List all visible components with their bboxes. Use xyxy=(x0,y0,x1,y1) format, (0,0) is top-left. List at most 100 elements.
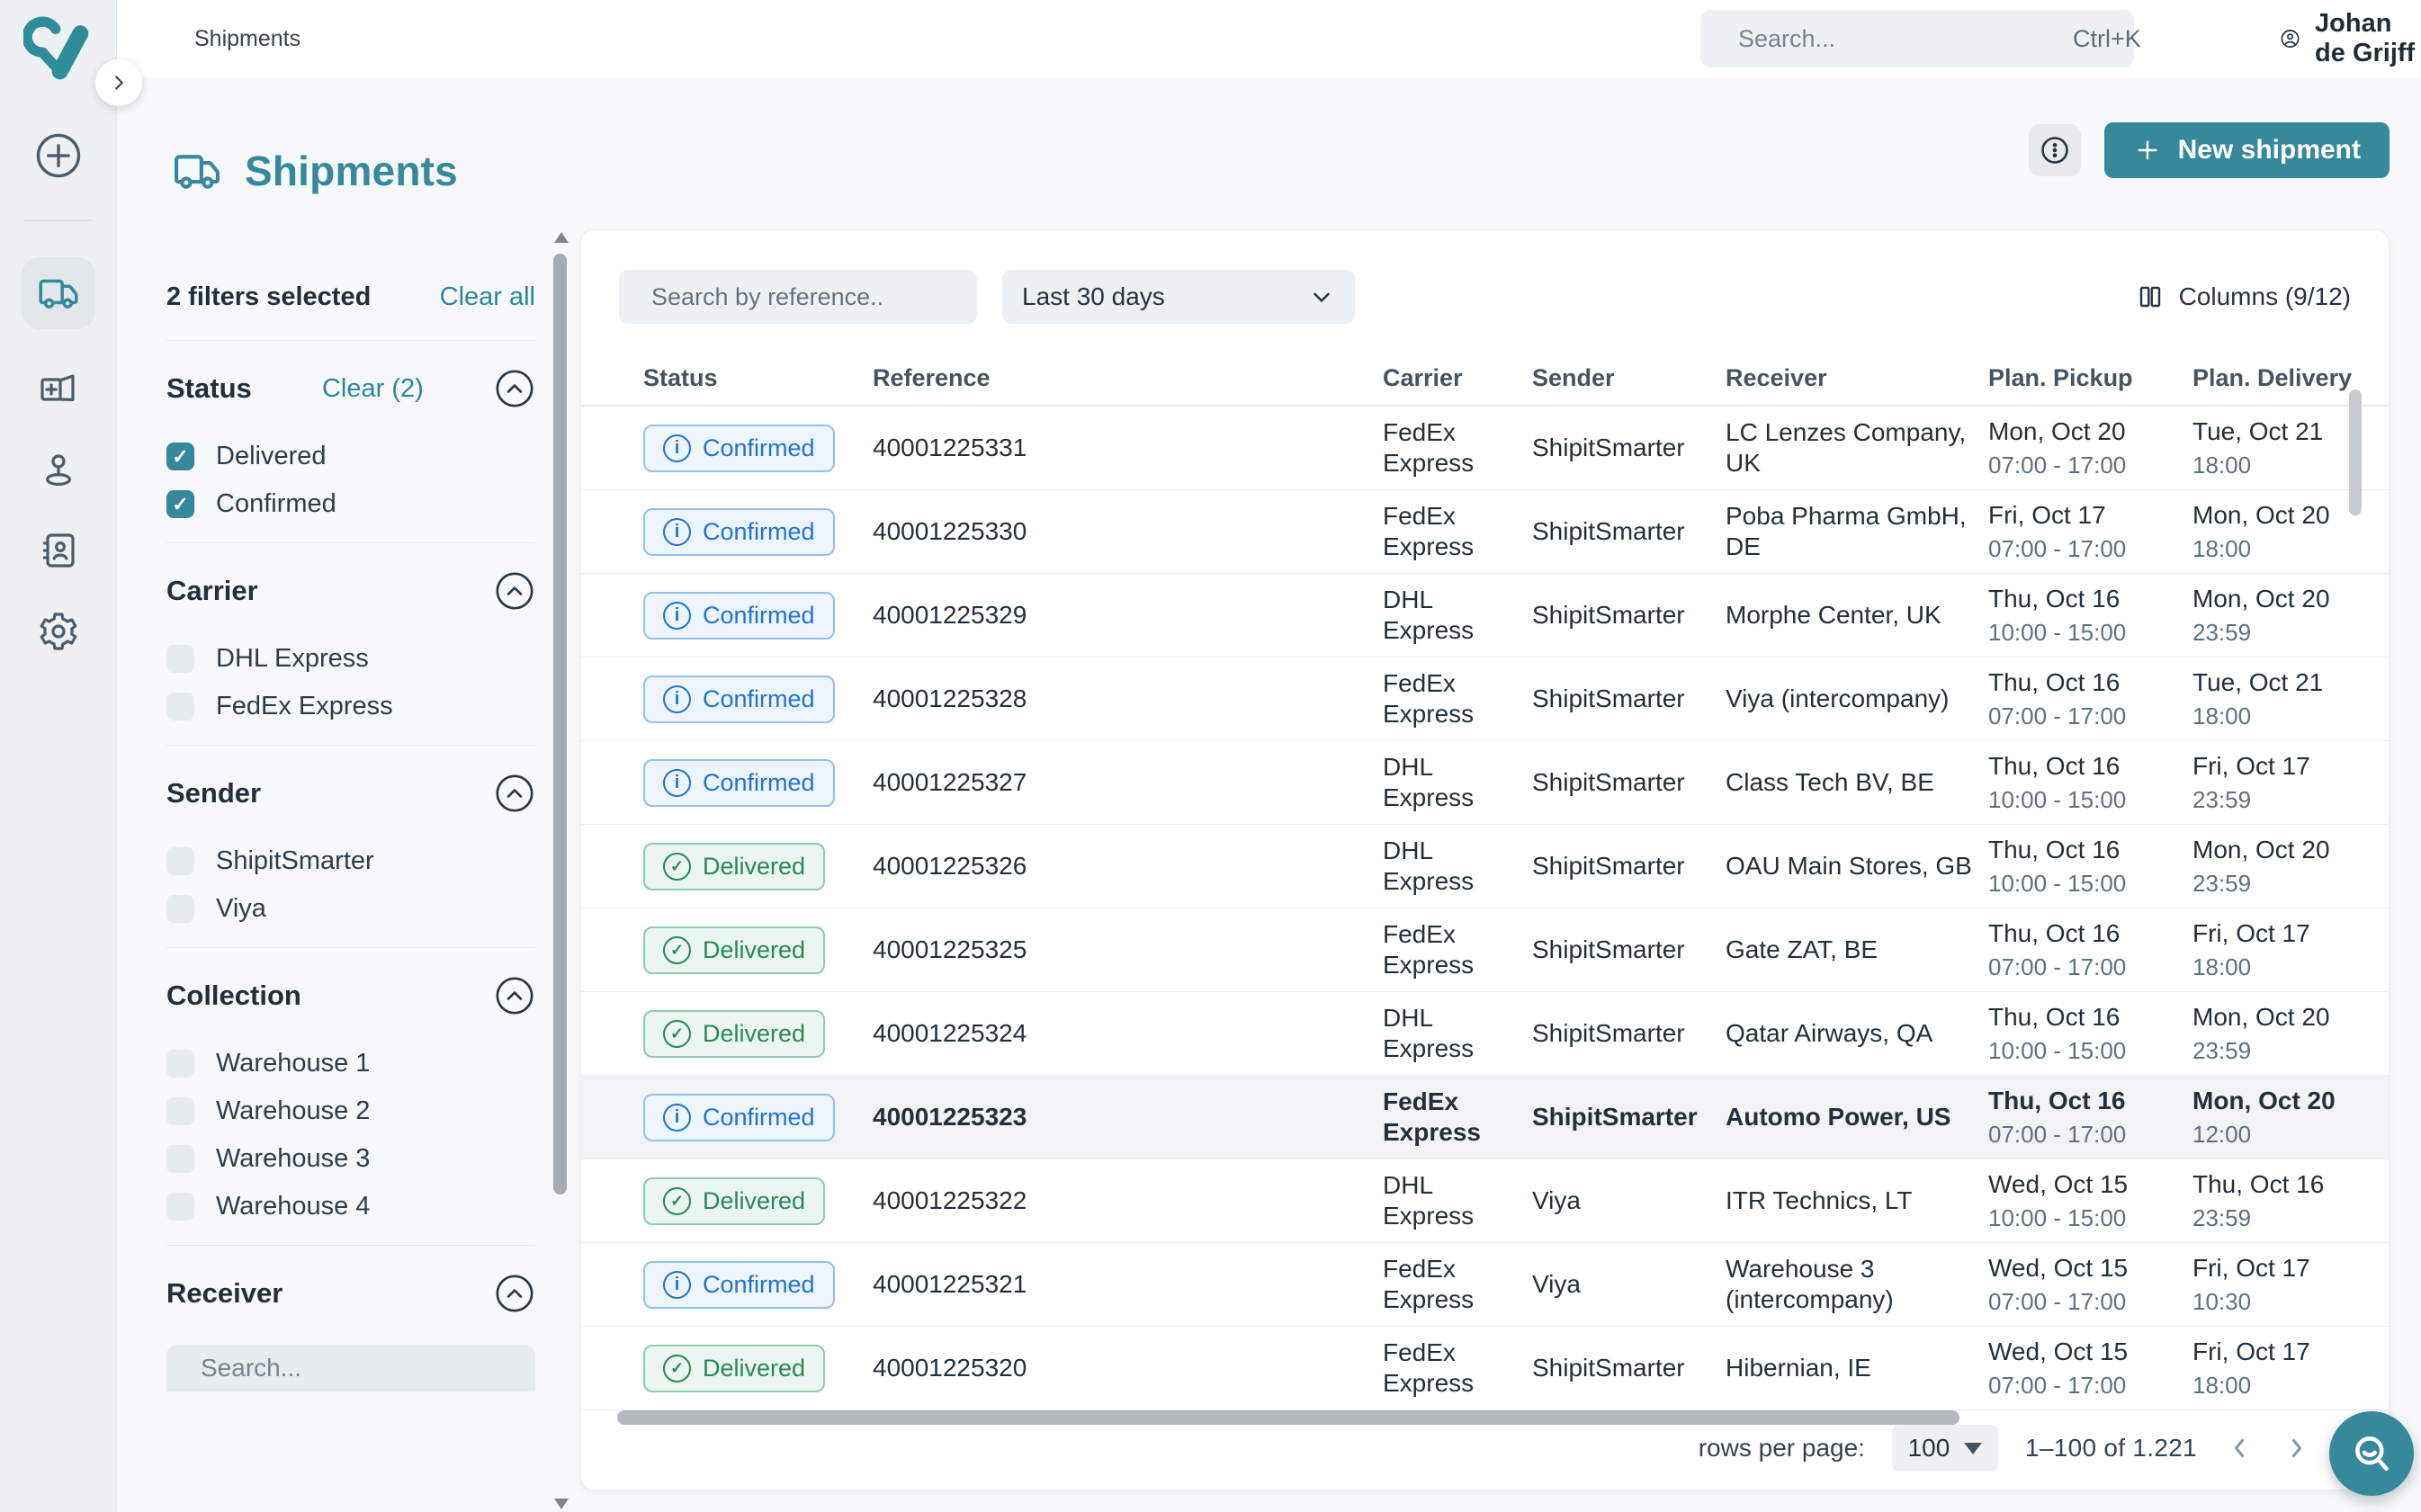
cell-plan-pickup: Fri, Oct 1707:00 - 17:00 xyxy=(1988,500,2192,563)
filter-option[interactable]: Confirmed xyxy=(166,489,535,519)
check-circle-icon xyxy=(663,1187,691,1215)
cell-plan-pickup: Thu, Oct 1610:00 - 15:00 xyxy=(1988,584,2192,647)
rows-per-page-select[interactable]: 100 xyxy=(1892,1425,1998,1472)
filter-option[interactable]: Viya xyxy=(166,894,535,924)
cell-plan-delivery-time: 10:30 xyxy=(2192,1288,2372,1316)
checkbox-unchecked[interactable] xyxy=(166,1050,194,1078)
checkbox-unchecked[interactable] xyxy=(166,847,194,875)
cell-sender: ShipitSmarter xyxy=(1532,1102,1726,1132)
expand-sidebar-button[interactable] xyxy=(95,59,142,106)
global-search[interactable]: Ctrl+K xyxy=(1700,10,2134,67)
scrollbar-thumb[interactable] xyxy=(553,254,567,1194)
global-search-input[interactable] xyxy=(1736,24,2058,54)
new-shipment-button[interactable]: New shipment xyxy=(2104,122,2390,178)
filter-option[interactable]: ShipitSmarter xyxy=(166,846,535,876)
filter-section-sender: Sender xyxy=(166,777,261,810)
filter-section-status: Status xyxy=(166,372,252,405)
filter-option[interactable]: Warehouse 2 xyxy=(166,1096,535,1126)
collapse-section-icon[interactable] xyxy=(494,570,535,612)
check-circle-icon xyxy=(663,1355,691,1382)
chevron-right-icon xyxy=(109,73,129,93)
column-header-carrier[interactable]: Carrier xyxy=(1383,364,1532,392)
cell-carrier: FedEx Express xyxy=(1383,1087,1532,1148)
filter-option[interactable]: Warehouse 3 xyxy=(166,1144,535,1174)
column-header-receiver[interactable]: Receiver xyxy=(1726,364,1988,392)
sidebar-item-address-book[interactable] xyxy=(37,529,80,572)
filter-option[interactable]: Warehouse 4 xyxy=(166,1192,535,1221)
status-badge: Confirmed xyxy=(643,425,835,472)
scroll-down-arrow[interactable] xyxy=(554,1499,569,1509)
cell-sender: ShipitSmarter xyxy=(1532,433,1726,463)
table-row[interactable]: Confirmed40001225331FedEx ExpressShipitS… xyxy=(581,407,2389,490)
cell-carrier: DHL Express xyxy=(1383,836,1532,897)
date-range-select[interactable]: Last 30 days xyxy=(1002,270,1355,324)
next-page-icon[interactable] xyxy=(2282,1433,2312,1463)
reference-search[interactable] xyxy=(619,270,977,324)
column-header-sender[interactable]: Sender xyxy=(1532,364,1726,392)
checkbox-unchecked[interactable] xyxy=(166,1097,194,1125)
cell-sender: ShipitSmarter xyxy=(1532,600,1726,631)
cell-reference: 40001225331 xyxy=(873,433,1383,463)
clear-status-link[interactable]: Clear (2) xyxy=(322,374,424,404)
table-row[interactable]: Delivered40001225324DHL ExpressShipitSma… xyxy=(581,992,2389,1076)
cell-plan-pickup-time: 10:00 - 15:00 xyxy=(1988,870,2176,898)
filter-option[interactable]: Delivered xyxy=(166,442,535,471)
page-options-button[interactable] xyxy=(2029,124,2081,176)
cell-plan-delivery-date: Fri, Oct 17 xyxy=(2192,918,2372,949)
support-search-fab[interactable] xyxy=(2329,1411,2414,1496)
table-row[interactable]: Delivered40001225320FedEx ExpressShipitS… xyxy=(581,1327,2389,1410)
filter-option-label: Warehouse 1 xyxy=(216,1049,370,1078)
sidebar-item-settings[interactable] xyxy=(37,610,80,653)
filter-option[interactable]: Warehouse 1 xyxy=(166,1049,535,1078)
filter-option[interactable]: FedEx Express xyxy=(166,692,535,721)
column-header-status[interactable]: Status xyxy=(643,364,873,392)
checkbox-checked[interactable] xyxy=(166,443,194,470)
checkbox-unchecked[interactable] xyxy=(166,895,194,923)
cell-reference: 40001225322 xyxy=(873,1185,1383,1216)
scroll-up-arrow[interactable] xyxy=(554,232,569,243)
sidebar-item-shipments[interactable] xyxy=(22,257,95,329)
sidebar-item-containers[interactable] xyxy=(37,367,80,410)
column-header-plan-pickup[interactable]: Plan. Pickup xyxy=(1988,364,2192,392)
checkbox-unchecked[interactable] xyxy=(166,1145,194,1173)
table-vertical-scrollbar-thumb[interactable] xyxy=(2349,389,2362,515)
sidebar-item-tracking[interactable] xyxy=(37,448,80,491)
table-row[interactable]: Confirmed40001225323FedEx ExpressShipitS… xyxy=(581,1076,2389,1159)
cell-reference: 40001225320 xyxy=(873,1353,1383,1383)
checkbox-unchecked[interactable] xyxy=(166,645,194,673)
create-new-icon[interactable] xyxy=(34,131,83,180)
cell-receiver: Hibernian, IE xyxy=(1726,1353,1988,1383)
table-row[interactable]: Delivered40001225326DHL ExpressShipitSma… xyxy=(581,825,2389,908)
table-row[interactable]: Delivered40001225325FedEx ExpressShipitS… xyxy=(581,908,2389,992)
cell-receiver: Viya (intercompany) xyxy=(1726,684,1988,714)
collapse-section-icon[interactable] xyxy=(494,1273,535,1314)
checkbox-unchecked[interactable] xyxy=(166,693,194,720)
filter-option[interactable]: DHL Express xyxy=(166,644,535,674)
table-row[interactable]: Confirmed40001225329DHL ExpressShipitSma… xyxy=(581,574,2389,658)
reference-search-input[interactable] xyxy=(650,282,972,312)
column-header-plan-delivery[interactable]: Plan. Delivery xyxy=(2192,364,2389,392)
table-row[interactable]: Delivered40001225322DHL ExpressViyaITR T… xyxy=(581,1159,2389,1243)
sender-options: ShipitSmarter Viya xyxy=(166,846,535,924)
column-header-reference[interactable]: Reference xyxy=(873,364,1383,392)
table-row[interactable]: Confirmed40001225321FedEx ExpressViyaWar… xyxy=(581,1243,2389,1327)
cell-plan-delivery-date: Mon, Oct 20 xyxy=(2192,584,2372,614)
user-menu[interactable]: Johan de Grijff xyxy=(2280,0,2421,77)
receiver-search[interactable] xyxy=(166,1345,535,1391)
collapse-section-icon[interactable] xyxy=(494,773,535,814)
pagination: rows per page: 100 1–100 of 1.221 xyxy=(1699,1423,2312,1473)
filter-option-label: Warehouse 4 xyxy=(216,1192,370,1221)
previous-page-icon[interactable] xyxy=(2224,1433,2255,1463)
clear-all-link[interactable]: Clear all xyxy=(440,282,535,312)
collapse-section-icon[interactable] xyxy=(494,368,535,409)
filters-scrollbar[interactable] xyxy=(551,232,570,1509)
table-row[interactable]: Confirmed40001225327DHL ExpressShipitSma… xyxy=(581,741,2389,825)
checkbox-checked[interactable] xyxy=(166,490,194,518)
table-row[interactable]: Confirmed40001225328FedEx ExpressShipitS… xyxy=(581,658,2389,741)
collapse-section-icon[interactable] xyxy=(494,975,535,1016)
table-row[interactable]: Confirmed40001225330FedEx ExpressShipitS… xyxy=(581,490,2389,574)
cell-reference: 40001225328 xyxy=(873,684,1383,714)
checkbox-unchecked[interactable] xyxy=(166,1193,194,1221)
receiver-search-input[interactable] xyxy=(199,1353,527,1383)
columns-button[interactable]: Columns (9/12) xyxy=(2136,282,2351,311)
